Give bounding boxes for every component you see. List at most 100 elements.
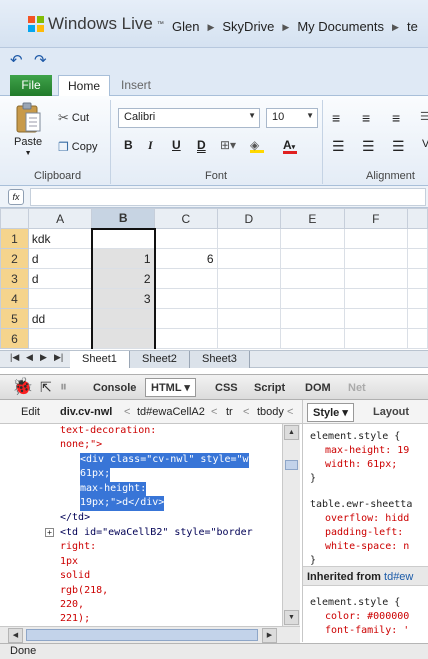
selected-code-line[interactable]: <div class="cv-nwl" style="w [80, 453, 249, 468]
cell-g5[interactable] [407, 308, 428, 329]
underline-button[interactable]: U [172, 138, 181, 152]
code-line[interactable]: none;"> [60, 438, 102, 453]
cell-c5[interactable] [154, 308, 218, 329]
font-name-select[interactable]: Calibri ▼ [118, 108, 260, 128]
cell-f2[interactable] [343, 248, 409, 269]
html-horizontal-scrollbar[interactable]: ◀ ▶ [0, 626, 300, 643]
tab-layout[interactable]: Layout [373, 406, 409, 418]
double-underline-button[interactable]: D [197, 138, 206, 152]
align-right-icon[interactable]: ☰ [392, 138, 405, 155]
tab-home[interactable]: Home [58, 75, 111, 96]
scroll-thumb[interactable] [26, 629, 258, 641]
inherited-element-link[interactable]: td#ew [384, 571, 413, 583]
code-line[interactable]: 220, [60, 598, 84, 613]
scroll-down-icon[interactable]: ▼ [284, 610, 299, 625]
selected-code-line[interactable]: 19px;">d</div> [80, 496, 165, 511]
row-header[interactable]: 3 [0, 268, 29, 289]
cell-b3[interactable]: 2 [90, 268, 156, 289]
selected-code-line[interactable]: max-height: [80, 482, 147, 497]
formula-input[interactable] [30, 188, 426, 206]
cell-a2[interactable]: d [27, 248, 93, 269]
expand-icon[interactable]: + [45, 528, 54, 537]
code-line[interactable]: </td> [60, 511, 90, 526]
cell-f3[interactable] [343, 268, 409, 289]
row-header[interactable]: 2 [0, 248, 29, 269]
cell-d1[interactable] [216, 228, 282, 249]
cell-c4[interactable] [154, 288, 218, 309]
cell-e2[interactable] [280, 248, 345, 269]
code-line[interactable]: right: [60, 540, 96, 555]
code-line[interactable]: <td id="ewaCellB2" style="border [60, 526, 253, 541]
edit-button[interactable]: Edit [21, 406, 40, 418]
cell-d5[interactable] [216, 308, 282, 329]
cell-d4[interactable] [216, 288, 282, 309]
cell-b1[interactable] [90, 227, 156, 249]
css-declaration[interactable]: width: 61px; [325, 458, 397, 472]
last-sheet-icon[interactable]: ▶| [54, 352, 63, 363]
selected-code-line[interactable]: 61px; [80, 467, 111, 482]
align-top-icon[interactable]: ≡ [332, 110, 340, 126]
row-header[interactable]: 1 [0, 228, 29, 249]
cell-a5[interactable]: dd [27, 308, 93, 329]
scroll-up-icon[interactable]: ▲ [284, 425, 299, 440]
column-header-e[interactable]: E [280, 208, 345, 229]
tab-net[interactable]: Net [348, 382, 366, 394]
cell-e5[interactable] [280, 308, 345, 329]
cell-g6[interactable] [407, 328, 428, 349]
cell-a1[interactable]: kdk [27, 228, 93, 249]
column-header-g[interactable] [407, 208, 428, 229]
paste-button[interactable]: Paste ▼ [14, 102, 42, 157]
cell-a3[interactable]: d [27, 268, 93, 289]
row-header[interactable]: 6 [0, 328, 29, 349]
css-selector[interactable]: element.style { [310, 596, 400, 610]
wrap-text-icon[interactable]: ☰ [420, 110, 428, 123]
html-vertical-scrollbar[interactable]: ▲ ▼ [282, 424, 300, 626]
inspect-icon[interactable]: ⇱ [40, 379, 52, 396]
cell-e6[interactable] [280, 328, 345, 349]
css-declaration[interactable]: white-space: n [325, 540, 409, 554]
css-declaration[interactable]: max-height: 19 [325, 444, 409, 458]
cell-e1[interactable] [280, 228, 345, 249]
cell-f4[interactable] [343, 288, 409, 309]
next-sheet-icon[interactable]: ▶ [40, 352, 47, 363]
align-center-icon[interactable]: ☰ [362, 138, 375, 155]
cell-c1[interactable] [154, 228, 218, 249]
redo-icon[interactable]: ↷ [34, 51, 47, 69]
code-line[interactable]: rgb(218, [60, 584, 108, 599]
cell-f1[interactable] [343, 228, 409, 249]
cell-g1[interactable] [407, 228, 428, 249]
tab-console[interactable]: Console [93, 382, 136, 394]
crumb-my-documents[interactable]: My Documents [297, 19, 384, 35]
sheet-tab-1[interactable]: Sheet1 [70, 351, 130, 368]
align-middle-icon[interactable]: ≡ [362, 110, 370, 126]
cell-a4[interactable] [27, 288, 93, 309]
bold-button[interactable]: B [124, 138, 133, 152]
crumb-tbody[interactable]: tbody [257, 406, 284, 418]
fill-color-icon[interactable]: ◈ [250, 138, 264, 153]
tab-file[interactable]: File [10, 75, 52, 96]
code-line[interactable]: text-decoration: [60, 424, 156, 439]
css-selector[interactable]: element.style { [310, 430, 400, 444]
crumb-glen[interactable]: Glen [172, 19, 199, 35]
borders-icon[interactable]: ⊞▾ [220, 138, 236, 152]
css-declaration[interactable]: color: #000000 [325, 610, 409, 624]
windows-live-logo[interactable]: Windows Live ™ [28, 14, 164, 34]
cut-button[interactable]: ✂ Cut [58, 110, 89, 126]
cell-f6[interactable] [343, 328, 409, 349]
cell-d2[interactable] [216, 248, 282, 269]
css-selector[interactable]: table.ewr-sheetta [310, 498, 412, 512]
tab-script[interactable]: Script [254, 382, 285, 394]
column-header-a[interactable]: A [27, 208, 93, 229]
italic-button[interactable]: I [148, 138, 153, 153]
scroll-thumb[interactable] [285, 460, 298, 470]
tab-dom[interactable]: DOM [305, 382, 331, 394]
function-icon[interactable]: fx [8, 189, 24, 205]
pause-icon[interactable]: ⏸ [60, 378, 67, 395]
column-header-c[interactable]: C [154, 208, 218, 229]
font-color-button[interactable]: A▾ [283, 138, 297, 154]
crumb-td[interactable]: td#ewaCellA2 [137, 406, 205, 418]
css-declaration[interactable]: padding-left: [325, 526, 409, 540]
cell-b2[interactable]: 1 [90, 248, 156, 269]
crumb-div[interactable]: div.cv-nwl [60, 406, 112, 418]
cell-c3[interactable] [154, 268, 218, 289]
